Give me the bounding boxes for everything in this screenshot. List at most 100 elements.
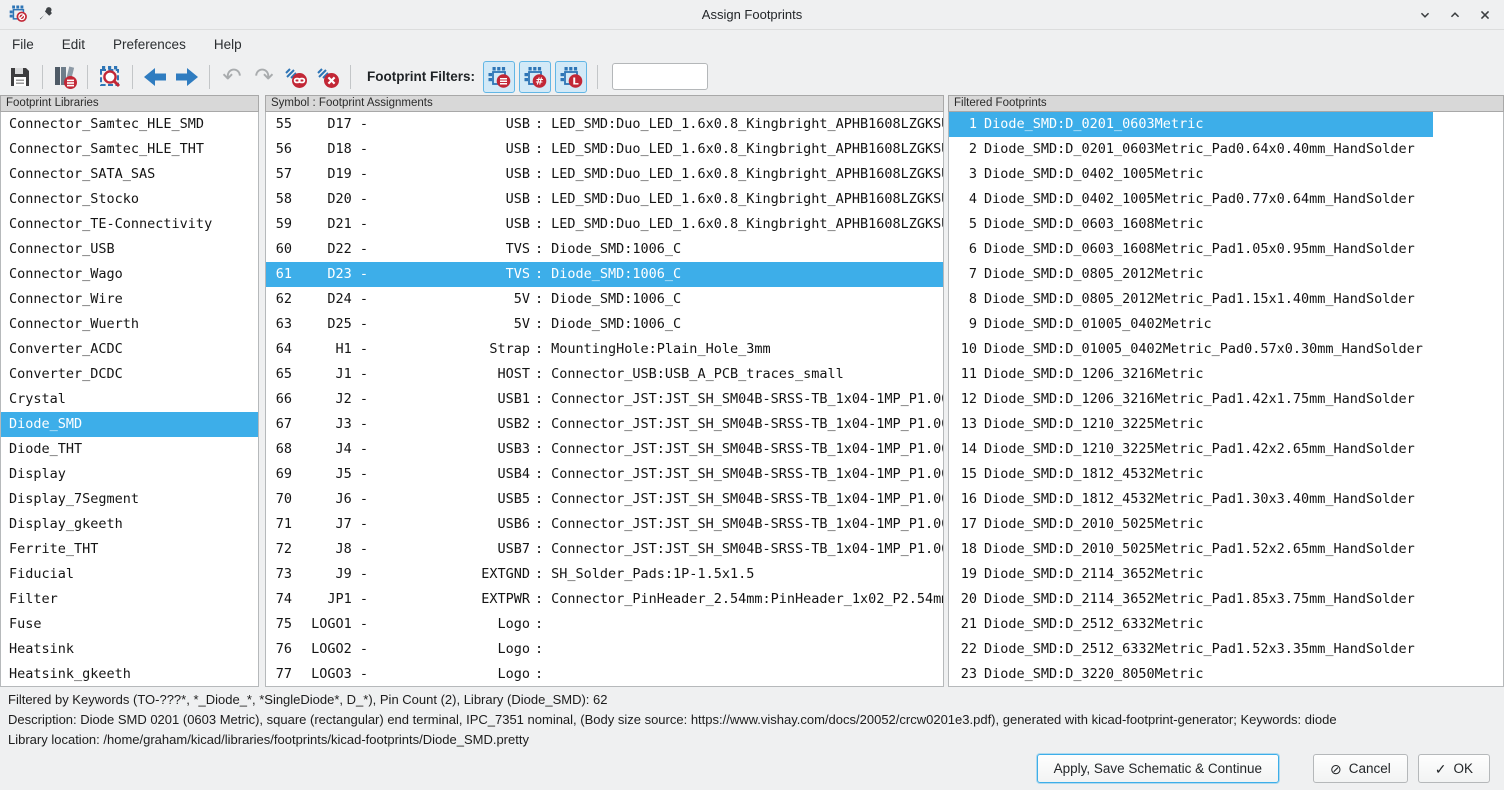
assignment-row[interactable]: 71 J7 - USB6 : Connector_JST:JST_SH_SM04… bbox=[266, 512, 943, 537]
footprint-item[interactable]: 6 Diode_SMD:D_0603_1608Metric_Pad1.05x0.… bbox=[949, 237, 1433, 262]
assignment-row[interactable]: 70 J6 - USB5 : Connector_JST:JST_SH_SM04… bbox=[266, 487, 943, 512]
library-item[interactable]: Fiducial bbox=[1, 562, 258, 587]
library-item[interactable]: Connector_USB bbox=[1, 237, 258, 262]
footprint-item[interactable]: 4 Diode_SMD:D_0402_1005Metric_Pad0.77x0.… bbox=[949, 187, 1433, 212]
filter-pin-count-toggle[interactable]: # bbox=[519, 61, 551, 93]
footprint-item[interactable]: 20 Diode_SMD:D_2114_3652Metric_Pad1.85x3… bbox=[949, 587, 1433, 612]
footprint-item[interactable]: 10 Diode_SMD:D_01005_0402Metric_Pad0.57x… bbox=[949, 337, 1433, 362]
footprint-item[interactable]: 2 Diode_SMD:D_0201_0603Metric_Pad0.64x0.… bbox=[949, 137, 1433, 162]
menu-help[interactable]: Help bbox=[204, 33, 252, 56]
footprint-item[interactable]: 14 Diode_SMD:D_1210_3225Metric_Pad1.42x2… bbox=[949, 437, 1433, 462]
undo-button[interactable]: ↶ bbox=[216, 61, 248, 93]
library-item[interactable]: Ferrite_THT bbox=[1, 537, 258, 562]
library-item[interactable]: Display bbox=[1, 462, 258, 487]
assignment-row[interactable]: 65 J1 - HOST : Connector_USB:USB_A_PCB_t… bbox=[266, 362, 943, 387]
minimize-button[interactable] bbox=[1416, 6, 1434, 24]
footprint-item[interactable]: 22 Diode_SMD:D_2512_6332Metric_Pad1.52x3… bbox=[949, 637, 1433, 662]
assignment-row[interactable]: 67 J3 - USB2 : Connector_JST:JST_SH_SM04… bbox=[266, 412, 943, 437]
footprint-item[interactable]: 7 Diode_SMD:D_0805_2012Metric bbox=[949, 262, 1433, 287]
assignment-row[interactable]: 68 J4 - USB3 : Connector_JST:JST_SH_SM04… bbox=[266, 437, 943, 462]
filter-keywords-toggle[interactable] bbox=[483, 61, 515, 93]
view-footprint-button[interactable] bbox=[94, 61, 126, 93]
library-item[interactable]: Converter_DCDC bbox=[1, 362, 258, 387]
library-item[interactable]: Fuse bbox=[1, 612, 258, 637]
library-item[interactable]: Connector_TE-Connectivity bbox=[1, 212, 258, 237]
assignment-row[interactable]: 60 D22 - TVS : Diode_SMD:1006_C bbox=[266, 237, 943, 262]
delete-association-button[interactable] bbox=[280, 61, 312, 93]
assignment-row[interactable]: 62 D24 - 5V : Diode_SMD:1006_C bbox=[266, 287, 943, 312]
cancel-button[interactable]: ⊘ Cancel bbox=[1313, 754, 1408, 783]
footprint-number: 8 bbox=[957, 287, 977, 312]
footprint-item[interactable]: 1 Diode_SMD:D_0201_0603Metric bbox=[949, 112, 1433, 137]
footprint-item[interactable]: 23 Diode_SMD:D_3220_8050Metric bbox=[949, 662, 1433, 687]
close-button[interactable] bbox=[1476, 6, 1494, 24]
library-item[interactable]: Connector_Wuerth bbox=[1, 312, 258, 337]
menu-edit[interactable]: Edit bbox=[52, 33, 95, 56]
row-number: 68 bbox=[268, 437, 292, 462]
menu-preferences[interactable]: Preferences bbox=[103, 33, 196, 56]
footprint-item[interactable]: 18 Diode_SMD:D_2010_5025Metric_Pad1.52x2… bbox=[949, 537, 1433, 562]
assignment-row[interactable]: 58 D20 - USB : LED_SMD:Duo_LED_1.6x0.8_K… bbox=[266, 187, 943, 212]
symbol-reference: J1 - bbox=[292, 362, 368, 387]
library-item[interactable]: Connector_Wago bbox=[1, 262, 258, 287]
footprint-item[interactable]: 21 Diode_SMD:D_2512_6332Metric bbox=[949, 612, 1433, 637]
assignment-row[interactable]: 75 LOGO1 - Logo : bbox=[266, 612, 943, 637]
assignment-row[interactable]: 66 J2 - USB1 : Connector_JST:JST_SH_SM04… bbox=[266, 387, 943, 412]
footprint-item[interactable]: 19 Diode_SMD:D_2114_3652Metric bbox=[949, 562, 1433, 587]
assignment-row[interactable]: 56 D18 - USB : LED_SMD:Duo_LED_1.6x0.8_K… bbox=[266, 137, 943, 162]
assignment-row[interactable]: 55 D17 - USB : LED_SMD:Duo_LED_1.6x0.8_K… bbox=[266, 112, 943, 137]
footprint-item[interactable]: 5 Diode_SMD:D_0603_1608Metric bbox=[949, 212, 1433, 237]
footprint-item[interactable]: 9 Diode_SMD:D_01005_0402Metric bbox=[949, 312, 1433, 337]
footprint-item[interactable]: 17 Diode_SMD:D_2010_5025Metric bbox=[949, 512, 1433, 537]
save-button[interactable] bbox=[4, 61, 36, 93]
library-item[interactable]: Converter_ACDC bbox=[1, 337, 258, 362]
library-item[interactable]: Connector_Stocko bbox=[1, 187, 258, 212]
row-number: 60 bbox=[268, 237, 292, 262]
library-item[interactable]: Connector_SATA_SAS bbox=[1, 162, 258, 187]
assignment-row[interactable]: 77 LOGO3 - Logo : bbox=[266, 662, 943, 687]
assignment-row[interactable]: 61 D23 - TVS : Diode_SMD:1006_C bbox=[266, 262, 943, 287]
footprint-filter-input[interactable] bbox=[612, 63, 708, 90]
footprint-item[interactable]: 15 Diode_SMD:D_1812_4532Metric bbox=[949, 462, 1433, 487]
undo-icon: ↶ bbox=[222, 65, 241, 88]
menu-file[interactable]: File bbox=[2, 33, 44, 56]
maximize-button[interactable] bbox=[1446, 6, 1464, 24]
redo-button[interactable]: ↷ bbox=[248, 61, 280, 93]
previous-symbol-button[interactable] bbox=[139, 61, 171, 93]
separator: : bbox=[535, 587, 543, 612]
library-item[interactable]: Connector_Samtec_HLE_THT bbox=[1, 137, 258, 162]
assignment-row[interactable]: 76 LOGO2 - Logo : bbox=[266, 637, 943, 662]
assignment-row[interactable]: 73 J9 - EXTGND : SH_Solder_Pads:1P-1.5x1… bbox=[266, 562, 943, 587]
assignment-row[interactable]: 72 J8 - USB7 : Connector_JST:JST_SH_SM04… bbox=[266, 537, 943, 562]
assignment-row[interactable]: 69 J5 - USB4 : Connector_JST:JST_SH_SM04… bbox=[266, 462, 943, 487]
footprint-item[interactable]: 16 Diode_SMD:D_1812_4532Metric_Pad1.30x3… bbox=[949, 487, 1433, 512]
delete-all-associations-button[interactable] bbox=[312, 61, 344, 93]
next-symbol-button[interactable] bbox=[171, 61, 203, 93]
library-item[interactable]: Crystal bbox=[1, 387, 258, 412]
footprint-item[interactable]: 8 Diode_SMD:D_0805_2012Metric_Pad1.15x1.… bbox=[949, 287, 1433, 312]
assignment-row[interactable]: 64 H1 - Strap : MountingHole:Plain_Hole_… bbox=[266, 337, 943, 362]
apply-save-continue-button[interactable]: Apply, Save Schematic & Continue bbox=[1037, 754, 1279, 783]
filter-library-toggle[interactable]: L bbox=[555, 61, 587, 93]
library-item[interactable]: Connector_Wire bbox=[1, 287, 258, 312]
library-item[interactable]: Filter bbox=[1, 587, 258, 612]
redo-icon: ↷ bbox=[254, 65, 273, 88]
assignment-row[interactable]: 59 D21 - USB : LED_SMD:Duo_LED_1.6x0.8_K… bbox=[266, 212, 943, 237]
library-item[interactable]: Diode_SMD bbox=[1, 412, 258, 437]
library-item[interactable]: Connector_Samtec_HLE_SMD bbox=[1, 112, 258, 137]
assignment-row[interactable]: 63 D25 - 5V : Diode_SMD:1006_C bbox=[266, 312, 943, 337]
library-item[interactable]: Display_gkeeth bbox=[1, 512, 258, 537]
library-item[interactable]: Diode_THT bbox=[1, 437, 258, 462]
footprint-item[interactable]: 11 Diode_SMD:D_1206_3216Metric bbox=[949, 362, 1433, 387]
assignment-row[interactable]: 74 JP1 - EXTPWR : Connector_PinHeader_2.… bbox=[266, 587, 943, 612]
footprint-item[interactable]: 13 Diode_SMD:D_1210_3225Metric bbox=[949, 412, 1433, 437]
assignment-row[interactable]: 57 D19 - USB : LED_SMD:Duo_LED_1.6x0.8_K… bbox=[266, 162, 943, 187]
ok-button[interactable]: ✓ OK bbox=[1418, 754, 1490, 783]
library-item[interactable]: Heatsink bbox=[1, 637, 258, 662]
separator: : bbox=[535, 287, 543, 312]
library-item[interactable]: Heatsink_gkeeth bbox=[1, 662, 258, 687]
footprint-library-table-button[interactable] bbox=[49, 61, 81, 93]
library-item[interactable]: Display_7Segment bbox=[1, 487, 258, 512]
footprint-item[interactable]: 12 Diode_SMD:D_1206_3216Metric_Pad1.42x1… bbox=[949, 387, 1433, 412]
footprint-item[interactable]: 3 Diode_SMD:D_0402_1005Metric bbox=[949, 162, 1433, 187]
